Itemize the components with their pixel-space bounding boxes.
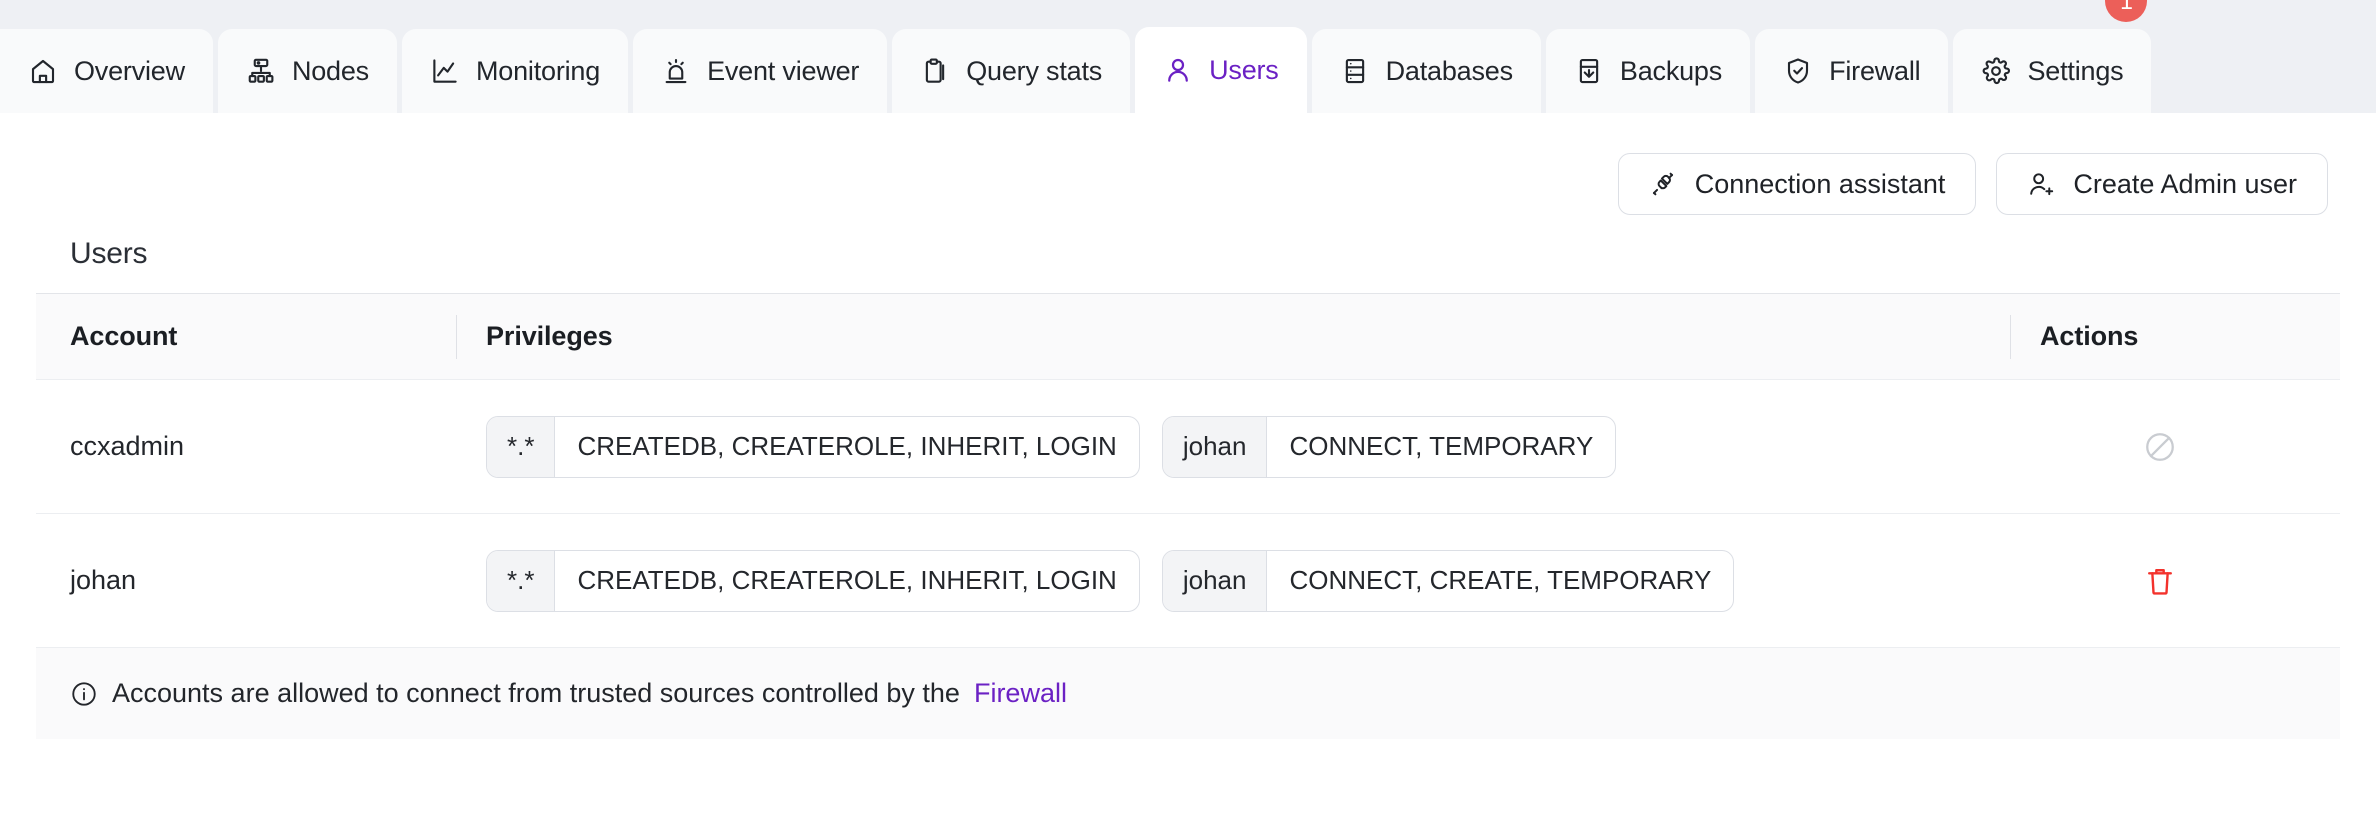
tab-label: Backups <box>1619 55 1723 86</box>
privilege-grants: CONNECT, TEMPORARY <box>1289 431 1594 461</box>
cell-account: ccxadmin <box>70 431 185 461</box>
tab-label: Event viewer <box>707 55 860 86</box>
shield-check-icon <box>1783 56 1813 86</box>
firewall-link[interactable]: Firewall <box>974 678 1067 709</box>
tab-backups[interactable]: Backups <box>1545 29 1751 113</box>
tab-label: Nodes <box>291 55 369 86</box>
column-header-actions: Actions <box>2010 321 2340 352</box>
page-content: Connection assistant Create Admin user U… <box>0 113 2376 834</box>
delete-user-button[interactable] <box>2140 561 2180 601</box>
tab-label: Databases <box>1385 55 1513 86</box>
privilege-chip-list: *.* CREATEDB, CREATEROLE, INHERIT, LOGIN… <box>486 415 2010 478</box>
tab-event-viewer[interactable]: Event viewer <box>633 29 888 113</box>
users-table: Account Privileges Actions ccxadmin *.* … <box>36 294 2340 648</box>
user-plus-icon <box>2027 170 2055 198</box>
connection-assistant-label: Connection assistant <box>1694 168 1946 199</box>
privilege-chip[interactable]: johan CONNECT, CREATE, TEMPORARY <box>1161 549 1735 612</box>
siren-icon <box>661 56 691 86</box>
tab-users[interactable]: Users <box>1135 27 1307 113</box>
page-title: Users <box>70 237 148 270</box>
no-entry-icon <box>2143 430 2177 464</box>
backup-icon <box>1574 56 1604 86</box>
tab-settings[interactable]: Settings 1 <box>1953 0 2152 113</box>
privilege-grants: CREATEDB, CREATEROLE, INHERIT, LOGIN <box>577 565 1117 595</box>
home-icon <box>28 56 58 86</box>
users-section: Users Account Privileges Actions ccxadmi… <box>0 237 2376 739</box>
database-icon <box>1340 56 1370 86</box>
tab-label: Monitoring <box>476 55 601 86</box>
cell-actions <box>2010 427 2340 467</box>
tab-overview[interactable]: Overview <box>0 29 213 113</box>
cell-privileges: *.* CREATEDB, CREATEROLE, INHERIT, LOGIN… <box>456 415 2010 478</box>
connection-assistant-button[interactable]: Connection assistant <box>1617 153 1977 215</box>
firewall-note: Accounts are allowed to connect from tru… <box>36 648 2340 739</box>
chart-line-icon <box>430 56 460 86</box>
tab-databases[interactable]: Databases <box>1311 29 1541 113</box>
privilege-chip[interactable]: johan CONNECT, TEMPORARY <box>1161 415 1617 478</box>
privilege-chip[interactable]: *.* CREATEDB, CREATEROLE, INHERIT, LOGIN <box>486 415 1140 478</box>
privilege-chip[interactable]: *.* CREATEDB, CREATEROLE, INHERIT, LOGIN <box>486 549 1140 612</box>
gear-icon <box>1981 56 2011 86</box>
firewall-note-text: Accounts are allowed to connect from tru… <box>112 678 960 708</box>
cell-actions <box>2010 561 2340 601</box>
delete-user-button-disabled <box>2140 427 2180 467</box>
tab-label: Users <box>1209 54 1279 85</box>
privilege-scope: johan <box>1162 550 1268 611</box>
privilege-scope: *.* <box>487 416 556 477</box>
table-row: ccxadmin *.* CREATEDB, CREATEROLE, INHER… <box>36 380 2340 514</box>
tab-label: Overview <box>74 55 185 86</box>
table-row: johan *.* CREATEDB, CREATEROLE, INHERIT,… <box>36 514 2340 648</box>
tab-label: Firewall <box>1829 55 1921 86</box>
main-tab-bar: Overview Nodes Monitoring Event viewer Q… <box>0 0 2376 113</box>
create-admin-user-button[interactable]: Create Admin user <box>1996 153 2328 215</box>
tab-monitoring[interactable]: Monitoring <box>402 29 629 113</box>
page-toolbar: Connection assistant Create Admin user <box>0 113 2376 215</box>
privilege-grants: CREATEDB, CREATEROLE, INHERIT, LOGIN <box>577 431 1117 461</box>
privilege-scope: *.* <box>487 550 556 611</box>
privilege-scope: johan <box>1162 416 1268 477</box>
create-admin-user-label: Create Admin user <box>2073 168 2297 199</box>
tab-query-stats[interactable]: Query stats <box>892 29 1131 113</box>
privilege-chip-list: *.* CREATEDB, CREATEROLE, INHERIT, LOGIN… <box>486 549 2010 612</box>
cell-account: johan <box>70 565 137 595</box>
table-header-row: Account Privileges Actions <box>36 294 2340 380</box>
plug-connected-icon <box>1649 170 1677 198</box>
tab-nodes[interactable]: Nodes <box>217 29 397 113</box>
trash-icon <box>2143 564 2177 598</box>
tab-label: Query stats <box>966 55 1103 86</box>
user-icon <box>1163 55 1193 85</box>
clipboard-icon <box>920 56 950 86</box>
cell-privileges: *.* CREATEDB, CREATEROLE, INHERIT, LOGIN… <box>456 549 2010 612</box>
column-header-account: Account <box>70 321 178 351</box>
tab-firewall[interactable]: Firewall <box>1755 29 1949 113</box>
nodes-icon <box>246 56 276 86</box>
column-header-privileges: Privileges <box>456 321 2010 352</box>
info-icon <box>70 680 98 708</box>
tab-label: Settings <box>2027 55 2124 86</box>
settings-notification-badge: 1 <box>2105 0 2148 22</box>
privilege-grants: CONNECT, CREATE, TEMPORARY <box>1289 565 1712 595</box>
